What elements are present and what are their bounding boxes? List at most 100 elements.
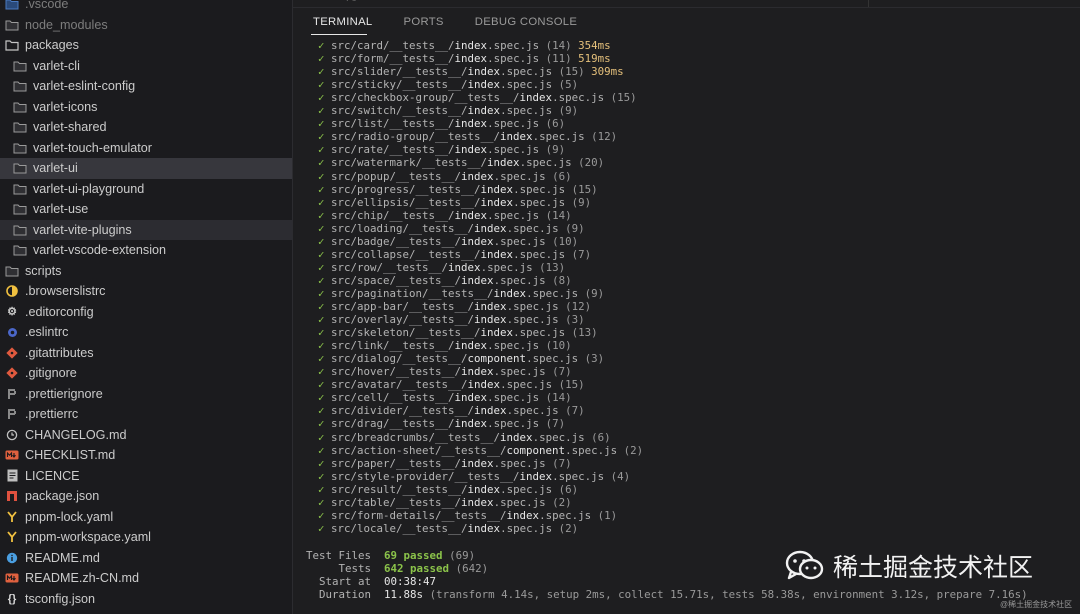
browserslist-icon — [5, 284, 19, 298]
tab-terminal[interactable]: TERMINAL — [293, 8, 384, 36]
folder-icon — [13, 120, 27, 134]
test-dir: src/chip/__tests__/ — [331, 208, 455, 222]
explorer-item[interactable]: varlet-cli — [0, 56, 292, 77]
changelog-icon — [5, 428, 19, 442]
explorer-item[interactable]: packages — [0, 35, 292, 56]
test-pass-check: ✓ — [318, 78, 325, 92]
explorer-item-label: scripts — [25, 263, 62, 278]
explorer-item[interactable]: pnpm-lock.yaml — [0, 507, 292, 528]
test-count: (7) — [565, 404, 585, 418]
explorer-item[interactable]: varlet-shared — [0, 117, 292, 138]
test-file: index — [480, 247, 514, 261]
explorer-item[interactable]: .eslintrc — [0, 322, 292, 343]
explorer-item[interactable]: {} tsconfig.json — [0, 589, 292, 610]
test-ext: .spec.js — [493, 273, 546, 287]
test-pass-check: ✓ — [318, 52, 325, 66]
test-ext: .spec.js — [500, 482, 553, 496]
test-dir: src/avatar/__tests__/ — [331, 378, 468, 392]
test-ext: .spec.js — [513, 247, 566, 261]
test-pass-check: ✓ — [318, 65, 325, 79]
test-count: (15) — [558, 65, 585, 79]
explorer-item[interactable]: LICENCE — [0, 466, 292, 487]
test-pass-check: ✓ — [318, 286, 325, 300]
test-dir: src/table/__tests__/ — [331, 495, 462, 509]
summary-label: Test Files — [306, 549, 372, 562]
terminal-line: ✓ src/watermark/__tests__/index.spec.js … — [318, 156, 1058, 169]
test-ext: .spec.js — [513, 326, 566, 340]
explorer-item[interactable]: package.json — [0, 486, 292, 507]
test-dir: src/progress/__tests__/ — [331, 182, 481, 196]
explorer-item[interactable]: ⚙ .editorconfig — [0, 302, 292, 323]
test-file: index — [454, 143, 488, 157]
explorer-item[interactable]: varlet-ui-playground — [0, 179, 292, 200]
test-pass-check: ✓ — [318, 482, 325, 496]
explorer-item[interactable]: README.zh-CN.md — [0, 568, 292, 589]
watermark-caption: @稀土掘金技术社区 — [1000, 600, 1073, 609]
test-dir: src/space/__tests__/ — [331, 273, 462, 287]
explorer-item[interactable]: varlet-use — [0, 199, 292, 220]
test-pass-check: ✓ — [318, 521, 325, 535]
explorer-item[interactable]: .browserslistrc — [0, 281, 292, 302]
test-pass-check: ✓ — [318, 117, 325, 131]
test-ext: .spec.js — [487, 52, 540, 66]
terminal-line: ✓ src/drag/__tests__/index.spec.js (7) — [318, 417, 1058, 430]
explorer-item[interactable]: varlet-vscode-extension — [0, 240, 292, 261]
test-pass-check: ✓ — [318, 169, 325, 183]
explorer-item[interactable]: .gitattributes — [0, 343, 292, 364]
test-dir: src/rate/__tests__/ — [331, 143, 455, 157]
test-ext: .spec.js — [539, 508, 592, 522]
test-count: (14) — [545, 391, 572, 405]
summary-value: 00:38:47 — [384, 575, 437, 589]
explorer-item[interactable]: CHANGELOG.md — [0, 425, 292, 446]
explorer-item[interactable]: pnpm-workspace.yaml — [0, 527, 292, 548]
test-ext: .spec.js — [500, 78, 553, 92]
summary-value: 11.88s — [384, 588, 424, 602]
explorer-item-label: varlet-touch-emulator — [33, 140, 152, 155]
test-dir: src/form/__tests__/ — [331, 52, 455, 66]
explorer-item[interactable]: varlet-icons — [0, 97, 292, 118]
test-file: index — [506, 508, 540, 522]
explorer-item[interactable]: CHECKLIST.md — [0, 445, 292, 466]
test-duration: 309ms — [591, 65, 624, 79]
test-file: index — [474, 313, 507, 327]
terminal-line: ✓ src/row/__tests__/index.spec.js (13) — [318, 261, 1058, 274]
explorer-item[interactable]: .gitignore — [0, 363, 292, 384]
test-count: (6) — [545, 117, 566, 131]
test-dir: src/watermark/__tests__/ — [331, 156, 488, 170]
test-ext: .spec.js — [493, 365, 546, 379]
test-file: index — [454, 339, 488, 353]
test-ext: .spec.js — [500, 521, 553, 535]
explorer-item[interactable]: .prettierrc — [0, 404, 292, 425]
test-file: index — [461, 169, 494, 183]
test-pass-check: ✓ — [318, 404, 325, 418]
explorer-item[interactable]: .prettierignore — [0, 384, 292, 405]
folder-icon — [13, 79, 27, 93]
test-ext: .spec.js — [487, 208, 540, 222]
folder-icon — [13, 141, 27, 155]
test-dir: src/slider/__tests__/ — [331, 65, 468, 79]
explorer-item[interactable]: varlet-ui — [0, 158, 292, 179]
eslint-icon — [5, 325, 19, 339]
info-icon — [5, 551, 19, 565]
tab-debug-console[interactable]: DEBUG CONSOLE — [455, 8, 588, 36]
test-ext: .spec.js — [500, 378, 553, 392]
terminal-line: ✓ src/ellipsis/__tests__/index.spec.js (… — [318, 196, 1058, 209]
terminal-line: ✓ src/result/__tests__/index.spec.js (6) — [318, 483, 1058, 496]
test-count: (9) — [584, 286, 605, 300]
explorer-item-label: .vscode — [25, 0, 69, 12]
explorer-item-label: varlet-use — [33, 202, 89, 217]
explorer-item[interactable]: .vscode — [0, 0, 292, 15]
tab-ports[interactable]: PORTS — [384, 8, 455, 36]
test-ext: .spec.js — [500, 104, 553, 118]
test-file: component — [506, 443, 566, 457]
test-pass-check: ✓ — [318, 508, 325, 522]
test-pass-check: ✓ — [318, 313, 325, 327]
explorer-item[interactable]: varlet-eslint-config — [0, 76, 292, 97]
explorer-item[interactable]: varlet-touch-emulator — [0, 138, 292, 159]
summary-line: Duration 11.88s (transform 4.14s, setup … — [306, 588, 1046, 601]
explorer-item-label: varlet-ui-playground — [33, 181, 145, 196]
explorer-item[interactable]: node_modules — [0, 15, 292, 36]
explorer-item[interactable]: scripts — [0, 261, 292, 282]
explorer-item[interactable]: varlet-vite-plugins — [0, 219, 292, 240]
explorer-item[interactable]: README.md — [0, 548, 292, 569]
